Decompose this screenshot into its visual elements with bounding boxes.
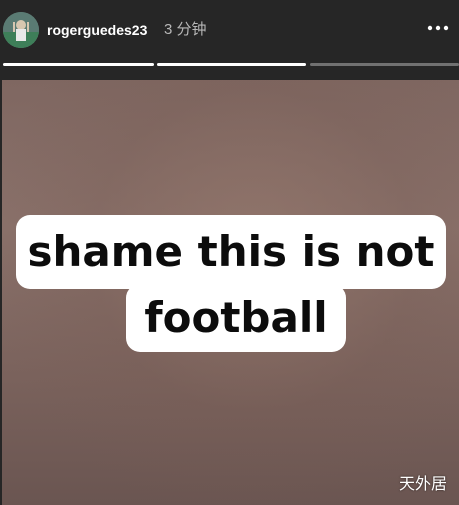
avatar-image-icon [3,12,39,48]
more-options-button[interactable] [425,16,451,40]
progress-segment-fill [3,63,154,66]
story-header: rogerguedes23 3 分钟 [0,0,459,66]
progress-segment-fill [157,63,306,66]
watermark-text: 天外居 [398,476,447,493]
progress-segment [3,63,154,66]
story-progress-bar [3,63,459,66]
story-caption-line-2: football [126,284,346,352]
more-horizontal-icon [427,25,449,31]
avatar[interactable] [3,12,39,48]
story-viewer: rogerguedes23 3 分钟 shame this is not foo… [0,0,459,505]
post-time: 3 分钟 [164,21,207,38]
progress-segment [157,63,306,66]
progress-segment [310,63,459,66]
story-caption-line-1: shame this is not [16,215,446,289]
username[interactable]: rogerguedes23 [47,21,147,39]
